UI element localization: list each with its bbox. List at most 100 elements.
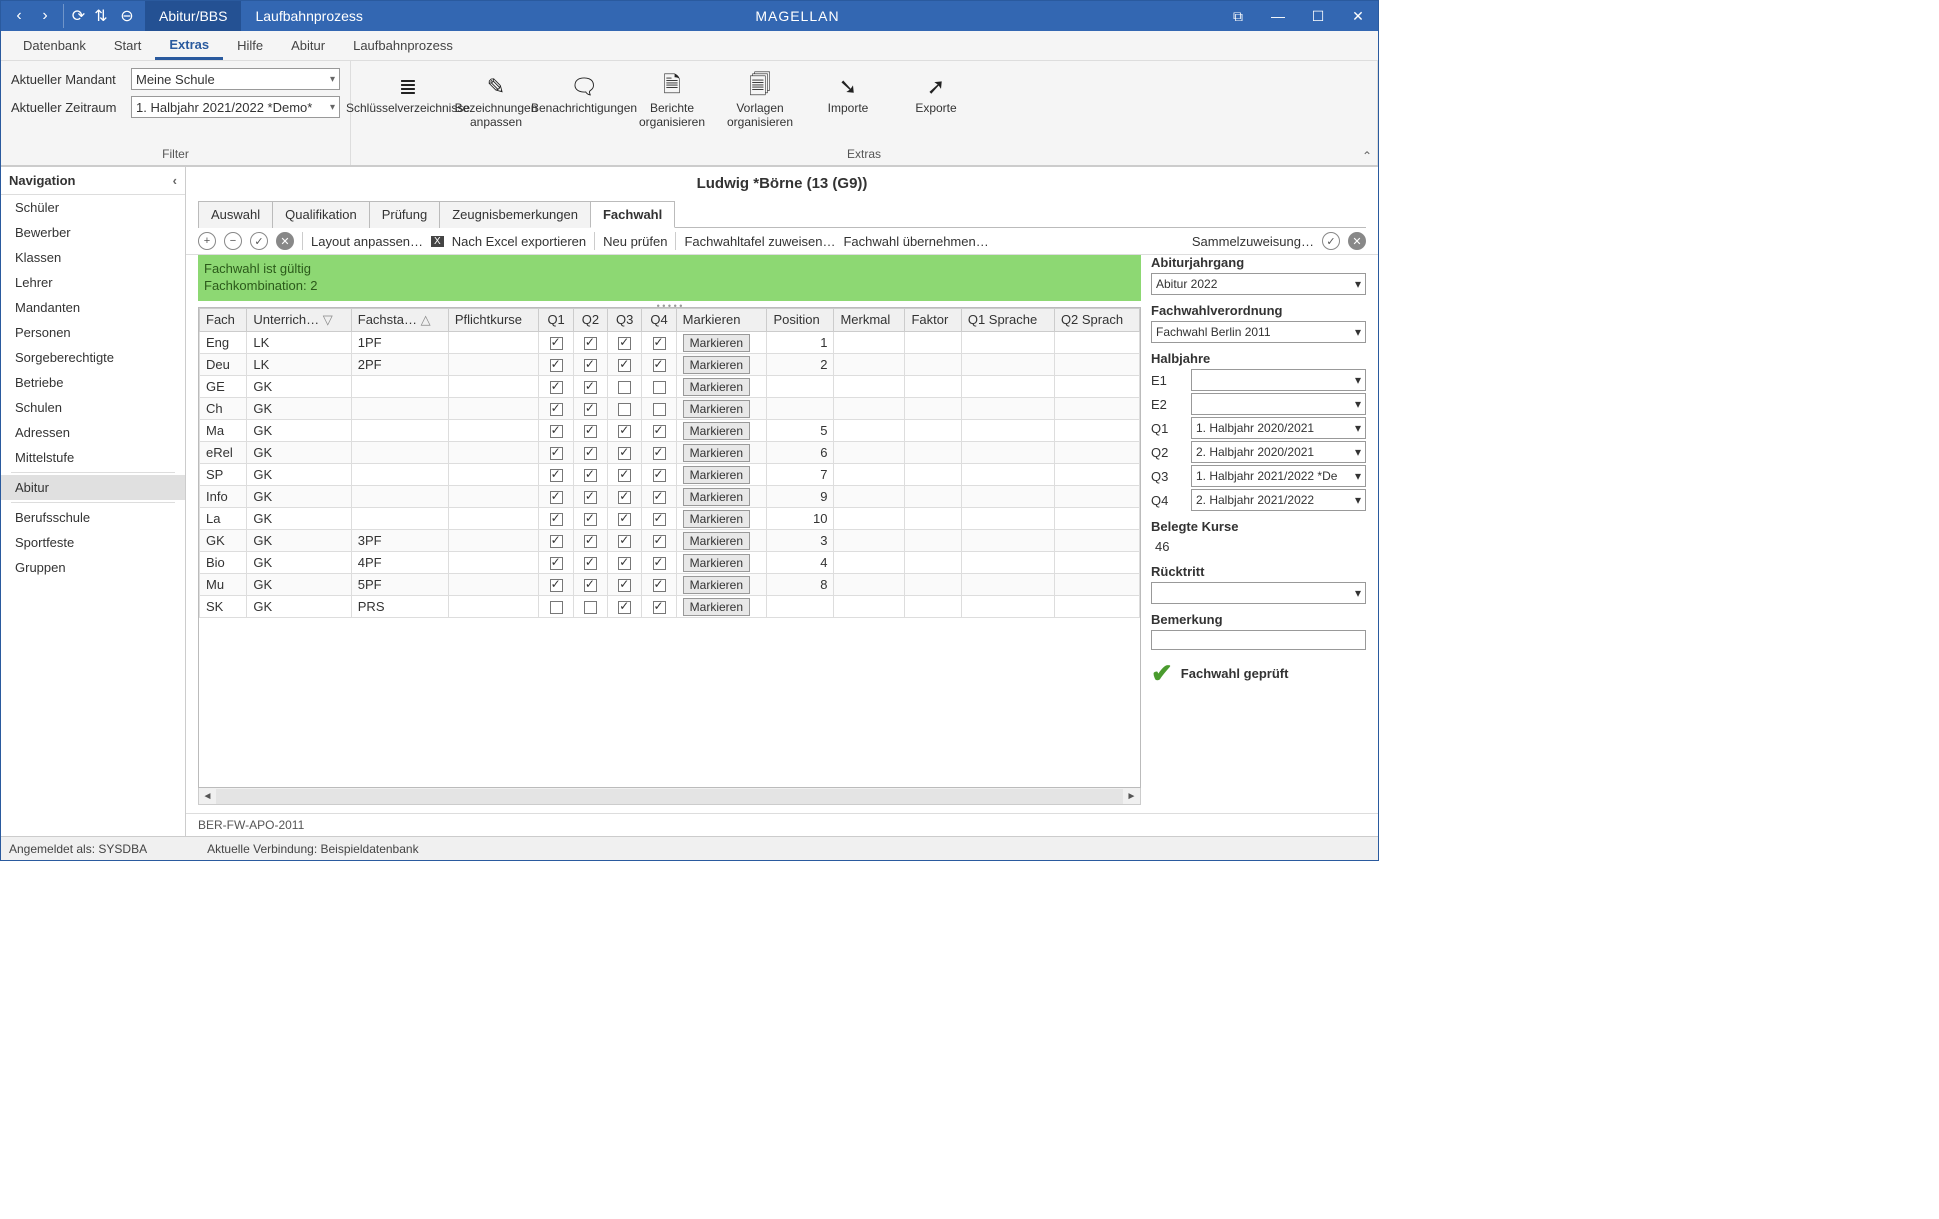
- checkbox[interactable]: [618, 337, 631, 350]
- markieren-button[interactable]: Markieren: [683, 400, 750, 418]
- checkbox[interactable]: [618, 513, 631, 526]
- sidebar-item[interactable]: Abitur: [1, 475, 185, 500]
- ribbon-button[interactable]: ➚Exporte: [895, 71, 977, 117]
- zeitraum-combo[interactable]: 1. Halbjahr 2021/2022 *Demo*▾: [131, 96, 340, 118]
- nav-back-icon[interactable]: ‹: [7, 4, 31, 28]
- checkbox[interactable]: [653, 469, 666, 482]
- halbjahr-combo[interactable]: ▾: [1191, 369, 1366, 391]
- neu-pruefen-button[interactable]: Neu prüfen: [603, 234, 667, 249]
- checkbox[interactable]: [550, 425, 563, 438]
- checkbox[interactable]: [653, 491, 666, 504]
- minimize-icon[interactable]: —: [1258, 1, 1298, 31]
- checkbox[interactable]: [550, 403, 563, 416]
- mandant-combo[interactable]: Meine Schule▾: [131, 68, 340, 90]
- snap-icon[interactable]: ⧉: [1218, 1, 1258, 31]
- hscrollbar[interactable]: ◄ ►: [198, 788, 1141, 805]
- tab[interactable]: Fachwahl: [590, 201, 675, 228]
- menu-item[interactable]: Extras: [155, 31, 223, 60]
- menu-item[interactable]: Datenbank: [9, 31, 100, 60]
- checkbox[interactable]: [584, 579, 597, 592]
- tab[interactable]: Auswahl: [198, 201, 273, 228]
- sidebar-item[interactable]: Mandanten: [1, 295, 185, 320]
- sidebar-item[interactable]: Sportfeste: [1, 530, 185, 555]
- checkbox[interactable]: [584, 601, 597, 614]
- checkbox[interactable]: [550, 491, 563, 504]
- tab[interactable]: Prüfung: [369, 201, 441, 228]
- jahrgang-combo[interactable]: Abitur 2022▾: [1151, 273, 1366, 295]
- checkbox[interactable]: [584, 403, 597, 416]
- excel-export-button[interactable]: Nach Excel exportieren: [452, 234, 586, 249]
- column-header[interactable]: Q3: [608, 308, 642, 331]
- ruecktritt-combo[interactable]: ▾: [1151, 582, 1366, 604]
- table-row[interactable]: LaGKMarkieren10: [200, 507, 1140, 529]
- checkbox[interactable]: [618, 425, 631, 438]
- halbjahr-combo[interactable]: ▾: [1191, 393, 1366, 415]
- checkbox[interactable]: [618, 447, 631, 460]
- ribbon-collapse-icon[interactable]: ⌃: [1362, 149, 1372, 163]
- markieren-button[interactable]: Markieren: [683, 466, 750, 484]
- table-row[interactable]: GEGKMarkieren: [200, 375, 1140, 397]
- bemerkung-input[interactable]: [1151, 630, 1366, 650]
- checkbox[interactable]: [653, 535, 666, 548]
- sidebar-item[interactable]: Betriebe: [1, 370, 185, 395]
- ribbon-button[interactable]: ≣Schlüsselverzeichnisse: [367, 71, 449, 117]
- markieren-button[interactable]: Markieren: [683, 334, 750, 352]
- accept-icon[interactable]: ✓: [250, 232, 268, 250]
- sidebar-item[interactable]: Bewerber: [1, 220, 185, 245]
- titlebar-tab[interactable]: Abitur/BBS: [145, 1, 241, 31]
- column-header[interactable]: Q4: [642, 308, 676, 331]
- table-row[interactable]: SKGKPRSMarkieren: [200, 595, 1140, 617]
- menu-item[interactable]: Abitur: [277, 31, 339, 60]
- sidebar-item[interactable]: Lehrer: [1, 270, 185, 295]
- markieren-button[interactable]: Markieren: [683, 576, 750, 594]
- checkbox[interactable]: [653, 403, 666, 416]
- sidebar-item[interactable]: Schulen: [1, 395, 185, 420]
- reload-icon[interactable]: ⟳: [63, 4, 87, 28]
- checkbox[interactable]: [550, 535, 563, 548]
- close-icon[interactable]: ✕: [1338, 1, 1378, 31]
- checkbox[interactable]: [653, 447, 666, 460]
- table-row[interactable]: eRelGKMarkieren6: [200, 441, 1140, 463]
- titlebar-tab[interactable]: Laufbahnprozess: [241, 1, 376, 31]
- sidebar-item[interactable]: Mittelstufe: [1, 445, 185, 470]
- checkbox[interactable]: [618, 557, 631, 570]
- uebernehmen-button[interactable]: Fachwahl übernehmen…: [843, 234, 988, 249]
- checkbox[interactable]: [584, 359, 597, 372]
- sammel-accept-icon[interactable]: ✓: [1322, 232, 1340, 250]
- table-row[interactable]: ChGKMarkieren: [200, 397, 1140, 419]
- ribbon-button[interactable]: ➘Importe: [807, 71, 889, 117]
- halbjahr-combo[interactable]: 2. Halbjahr 2021/2022▾: [1191, 489, 1366, 511]
- markieren-button[interactable]: Markieren: [683, 510, 750, 528]
- markieren-button[interactable]: Markieren: [683, 378, 750, 396]
- checkbox[interactable]: [584, 381, 597, 394]
- checkbox[interactable]: [618, 381, 631, 394]
- menu-item[interactable]: Hilfe: [223, 31, 277, 60]
- column-header[interactable]: Unterrich… ▽: [247, 308, 351, 331]
- checkbox[interactable]: [653, 381, 666, 394]
- bookmark-icon[interactable]: ⇅: [89, 4, 113, 28]
- checkbox[interactable]: [653, 337, 666, 350]
- checkbox[interactable]: [550, 601, 563, 614]
- cancel-icon[interactable]: ✕: [276, 232, 294, 250]
- sammel-cancel-icon[interactable]: ✕: [1348, 232, 1366, 250]
- menu-item[interactable]: Start: [100, 31, 155, 60]
- checkbox[interactable]: [618, 469, 631, 482]
- checkbox[interactable]: [584, 491, 597, 504]
- table-row[interactable]: EngLK1PFMarkieren1: [200, 331, 1140, 353]
- column-header[interactable]: Merkmal: [834, 308, 905, 331]
- fachwahl-grid[interactable]: FachUnterrich… ▽Fachsta… △PflichtkurseQ1…: [198, 307, 1141, 788]
- sidebar-item[interactable]: Berufsschule: [1, 505, 185, 530]
- checkbox[interactable]: [584, 535, 597, 548]
- sidebar-item[interactable]: Sorgeberechtigte: [1, 345, 185, 370]
- column-header[interactable]: Position: [767, 308, 834, 331]
- column-header[interactable]: Fachsta… △: [351, 308, 448, 331]
- table-row[interactable]: BioGK4PFMarkieren4: [200, 551, 1140, 573]
- markieren-button[interactable]: Markieren: [683, 356, 750, 374]
- table-row[interactable]: MuGK5PFMarkieren8: [200, 573, 1140, 595]
- column-header[interactable]: Fach: [200, 308, 247, 331]
- column-header[interactable]: Q1 Sprache: [961, 308, 1054, 331]
- checkbox[interactable]: [618, 601, 631, 614]
- ribbon-button[interactable]: 🗎Berichte organisieren: [631, 71, 713, 131]
- column-header[interactable]: Faktor: [905, 308, 961, 331]
- checkbox[interactable]: [584, 557, 597, 570]
